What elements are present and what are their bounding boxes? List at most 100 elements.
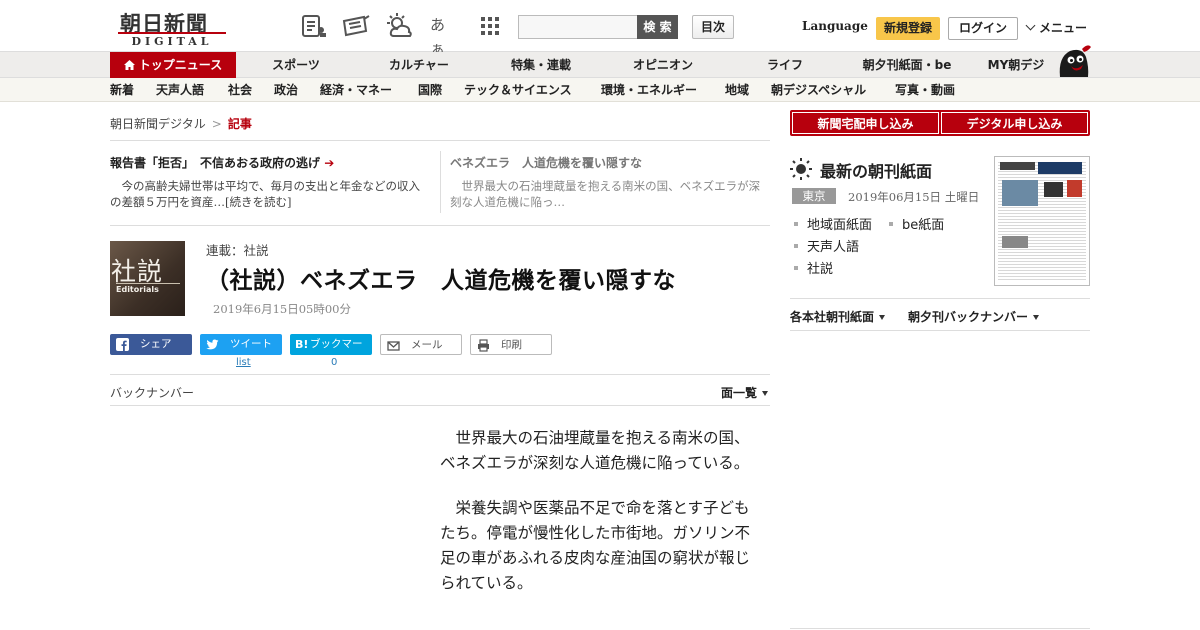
bullet-icon (889, 222, 893, 226)
article-headline: （社説）ベネズエラ 人道危機を覆い隠すな (206, 267, 676, 294)
related-title[interactable]: 報告書「拒否」 不信あおる政府の逃げ ➔ (110, 155, 430, 171)
publish-date: 2019年6月15日05時00分 (213, 302, 351, 316)
bullet-icon (794, 244, 798, 248)
nav2-latest[interactable]: 新着 (110, 78, 134, 102)
nav-opinion[interactable]: オピニオン (616, 52, 710, 78)
related-summary: 今の高齢夫婦世帯は平均で、毎月の支出と年金などの収入の差額５万円を資産…[続きを… (110, 179, 421, 209)
latest-paper-title[interactable]: 最新の朝刊紙面 (820, 158, 932, 182)
language-link[interactable]: Language (802, 19, 868, 33)
facebook-share-button[interactable]: シェア (110, 334, 192, 355)
breadcrumb-current: 記事 (227, 117, 252, 131)
mail-icon (387, 341, 400, 351)
link-label: be紙面 (902, 218, 945, 233)
editorial-link[interactable]: 社説 (794, 258, 833, 277)
divider (110, 374, 770, 375)
related-story[interactable]: ベネズエラ 人道危機を覆い隠すな 世界最大の石油埋蔵量を抱える南米の国、ベネズエ… (450, 155, 768, 210)
toc-button[interactable]: 目次 (692, 15, 734, 39)
divider (110, 225, 770, 226)
weather-icon[interactable] (385, 13, 413, 39)
nav-top-news[interactable]: トップニュース (110, 52, 236, 78)
dropdown-triangle-icon (762, 391, 769, 396)
mail-share-button[interactable]: メール (380, 334, 462, 355)
search-input[interactable] (518, 15, 638, 39)
share-label: ツイート (230, 338, 272, 350)
sun-icon (790, 158, 812, 180)
dropdown-triangle-icon (879, 315, 886, 320)
digital-subscribe-button[interactable]: デジタル申し込み (940, 111, 1089, 135)
nav-life[interactable]: ライフ (740, 52, 830, 78)
nav-features[interactable]: 特集・連載 (494, 52, 588, 78)
related-story[interactable]: 報告書「拒否」 不信あおる政府の逃げ ➔ 今の高齢夫婦世帯は平均で、毎月の支出と… (110, 155, 430, 210)
nav2-economy[interactable]: 経済・マネー (320, 78, 392, 102)
dropdown-triangle-icon (1033, 315, 1040, 320)
arrow-right-icon: ➔ (324, 156, 335, 170)
article-paragraph: 栄養失調や医薬品不足で命を落とす子どもたち。停電が慢性化した市街地。ガソリン不足… (440, 499, 751, 592)
grid-menu-icon[interactable] (476, 13, 504, 39)
nav-newspaper-be[interactable]: 朝夕刊紙面・be (854, 52, 960, 78)
hatena-b-icon: B! (295, 338, 309, 351)
regional-papers-dropdown[interactable]: 各本社朝刊紙面 (790, 308, 886, 325)
newspaper-delivery-button[interactable]: 新聞宅配申し込み (791, 111, 940, 135)
font-size-icon[interactable]: あぁ (430, 13, 458, 58)
related-divider (440, 151, 441, 213)
mascot-character-icon[interactable] (1054, 43, 1092, 79)
divider (110, 405, 770, 406)
login-button[interactable]: ログイン (948, 17, 1018, 40)
page-list-label: 面一覧 (721, 386, 758, 400)
secondary-nav: 新着 天声人語 社会 政治 経済・マネー 国際 テック＆サイエンス 環境・エネル… (0, 78, 1200, 102)
twitter-share-button[interactable]: ツイート (200, 334, 282, 355)
nav2-tech-science[interactable]: テック＆サイエンス (464, 78, 572, 102)
nav-label: トップニュース (138, 58, 223, 72)
link-label: 地域面紙面 (807, 218, 873, 233)
hatena-bookmark-button[interactable]: B! ブックマーク (290, 334, 372, 371)
nav2-tenseijingo[interactable]: 天声人語 (156, 78, 204, 102)
tenseijingo-link[interactable]: 天声人語 (794, 236, 859, 255)
menu-button[interactable]: メニュー (1025, 19, 1087, 36)
newspaper-list-icon[interactable] (300, 13, 328, 39)
article-paragraph: 世界最大の石油埋蔵量を抱える南米の国、ベネズエラが深刻な人道危機に陥っている。 (440, 429, 750, 472)
print-button[interactable]: 印刷 (470, 334, 552, 355)
paper-date: 2019年06月15日 土曜日 (848, 190, 980, 204)
nav2-environment[interactable]: 環境・エネルギー (601, 78, 697, 102)
link-label: 天声人語 (807, 240, 860, 255)
related-summary: 世界最大の石油埋蔵量を抱える南米の国、ベネズエラが深刻な人道危機に陥っ… (450, 179, 761, 209)
site-header: 朝日新聞 DIGITAL あぁ 検 索 目次 Language 新規登録 ログイ… (0, 0, 1200, 58)
editorial-thumbnail[interactable]: 社説 Editorials (110, 241, 185, 316)
nav2-region[interactable]: 地域 (725, 78, 749, 102)
page-list-dropdown[interactable]: 面一覧 (721, 384, 769, 401)
link-label: 社説 (807, 262, 834, 277)
printer-icon (478, 339, 489, 352)
backnumber-dropdown[interactable]: 朝夕刊バックナンバー (908, 308, 1040, 325)
nav-my-asadigi[interactable]: MY朝デジ (980, 52, 1052, 78)
thumbnail-english: Editorials (116, 283, 180, 294)
newspaper-delivery-icon[interactable] (342, 13, 370, 39)
be-paper-link[interactable]: be紙面 (889, 214, 944, 233)
nav2-society[interactable]: 社会 (228, 78, 252, 102)
bullet-icon (794, 222, 798, 226)
breadcrumb: 朝日新聞デジタル > 記事 (110, 115, 252, 132)
nav2-international[interactable]: 国際 (418, 78, 442, 102)
regional-paper-link[interactable]: 地域面紙面 (794, 214, 872, 233)
nav2-special[interactable]: 朝デジスペシャル (771, 78, 866, 102)
nav-sports[interactable]: スポーツ (250, 52, 342, 78)
breadcrumb-home[interactable]: 朝日新聞デジタル (110, 117, 206, 131)
related-title[interactable]: ベネズエラ 人道危機を覆い隠すな (450, 155, 768, 171)
divider (110, 140, 770, 141)
newspaper-front-page-thumbnail[interactable] (994, 156, 1090, 286)
chevron-down-icon (1025, 20, 1036, 31)
site-logo[interactable]: 朝日新聞 DIGITAL (114, 8, 230, 48)
home-icon (123, 60, 135, 70)
share-label: シェア (140, 338, 172, 350)
nav2-photo-video[interactable]: 写真・動画 (895, 78, 955, 102)
primary-nav: トップニュース スポーツ カルチャー 特集・連載 オピニオン ライフ 朝夕刊紙面… (0, 52, 1200, 78)
facebook-icon (116, 338, 129, 351)
nav-culture[interactable]: カルチャー (372, 52, 466, 78)
nav2-politics[interactable]: 政治 (274, 78, 298, 102)
divider (790, 330, 1090, 331)
register-button[interactable]: 新規登録 (876, 17, 940, 40)
backnumber-label[interactable]: バックナンバー (110, 384, 194, 401)
series-label[interactable]: 連載：社説 (206, 240, 269, 259)
search-button[interactable]: 検 索 (637, 15, 678, 39)
twitter-list-link[interactable]: list (236, 357, 251, 368)
hatena-count[interactable]: 0 (331, 357, 337, 368)
